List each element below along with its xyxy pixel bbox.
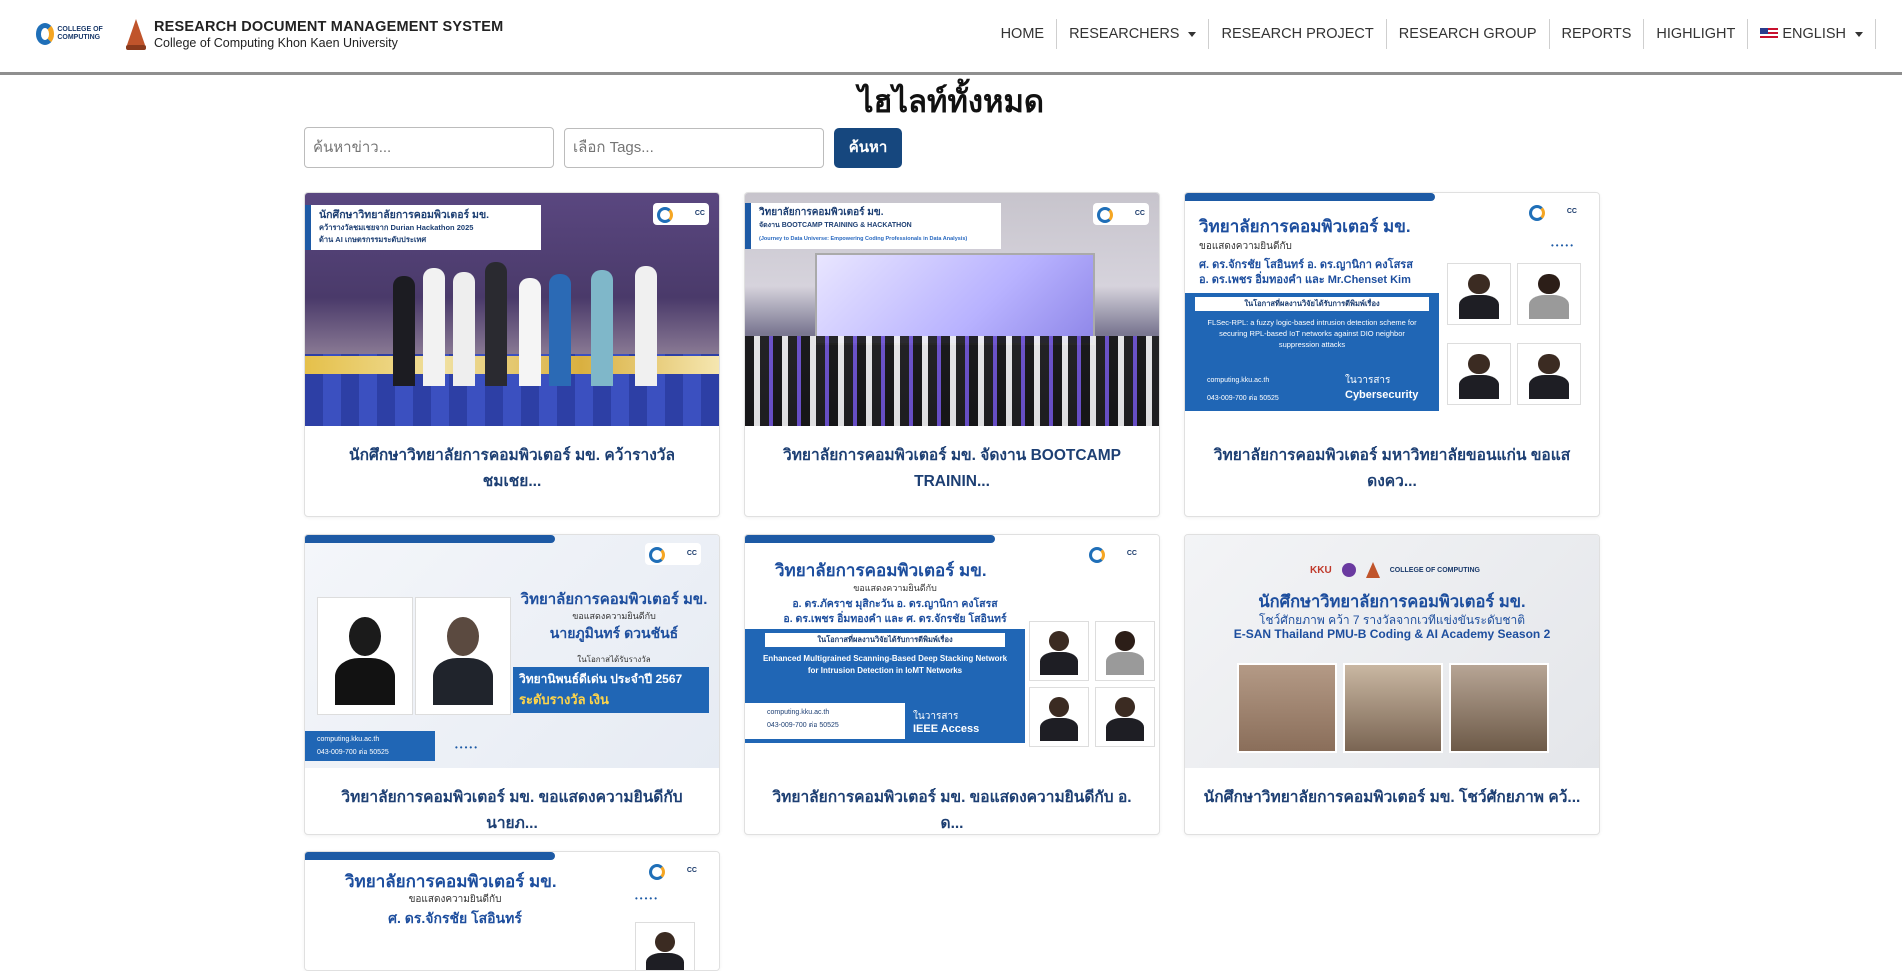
college-logo: CC xyxy=(645,543,701,565)
researcher-photo xyxy=(1029,621,1089,681)
kku-logo xyxy=(126,18,146,50)
caret-down-icon xyxy=(1188,31,1197,37)
card-title[interactable]: วิทยาลัยการคอมพิวเตอร์ มข. จัดงาน BOOTCA… xyxy=(763,443,1141,495)
card-image[interactable]: วิทยาลัยการคอมพิวเตอร์ มข. จัดงาน BOOTCA… xyxy=(745,193,1159,426)
poster-heading: วิทยาลัยการคอมพิวเตอร์ มข. xyxy=(520,591,708,608)
system-subtitle: College of Computing Khon Kaen Universit… xyxy=(154,35,398,50)
contact-block: computing.kku.ac.th 043-009-700 ต่อ 5052… xyxy=(305,731,435,761)
researcher-photo xyxy=(1517,343,1581,405)
researcher-photo xyxy=(1517,263,1581,325)
event-photo xyxy=(1449,663,1549,753)
search-button[interactable]: ค้นหา xyxy=(834,127,902,168)
dots-decoration: ••••• xyxy=(635,894,660,903)
card-image[interactable]: CC วิทยาลัยการคอมพิวเตอร์ มข. ขอแสดงความ… xyxy=(305,852,719,970)
event-photo xyxy=(1237,663,1337,753)
card-image[interactable]: KKU COLLEGE OF COMPUTING นักศึกษาวิทยาลั… xyxy=(1185,535,1599,768)
award-block: วิทยานิพนธ์ดีเด่น ประจำปี 2567 ระดับรางว… xyxy=(513,667,709,713)
card-title[interactable]: นักศึกษาวิทยาลัยการคอมพิวเตอร์ มข. คว้าร… xyxy=(323,443,701,495)
navbar: COLLEGE OF COMPUTING RESEARCH DOCUMENT M… xyxy=(0,0,1902,75)
poster-banner: วิทยาลัยการคอมพิวเตอร์ มข. จัดงาน BOOTCA… xyxy=(745,203,1001,249)
researcher-photo xyxy=(635,922,695,970)
nav-reports[interactable]: REPORTS xyxy=(1550,19,1645,49)
card-title[interactable]: นักศึกษาวิทยาลัยการคอมพิวเตอร์ มข. โชว์ศ… xyxy=(1203,785,1581,811)
researcher-photo xyxy=(1447,343,1511,405)
main-nav: HOME RESEARCHERS RESEARCH PROJECT RESEAR… xyxy=(1001,19,1876,49)
nav-home[interactable]: HOME xyxy=(1001,19,1058,49)
highlight-card[interactable]: KKU COLLEGE OF COMPUTING นักศึกษาวิทยาลั… xyxy=(1184,534,1600,835)
search-bar: ค้นหา xyxy=(304,127,902,168)
college-logo: CC xyxy=(1525,201,1581,223)
poster-heading: วิทยาลัยการคอมพิวเตอร์ มข. xyxy=(1199,217,1411,236)
poster-heading: วิทยาลัยการคอมพิวเตอร์ มข. xyxy=(345,872,557,891)
event-photo xyxy=(1343,663,1443,753)
poster-blue-block: ในโอกาสที่ผลงานวิจัยได้รับการตีพิมพ์เรื่… xyxy=(1185,293,1439,411)
researcher-photo xyxy=(1095,621,1155,681)
card-image[interactable]: CC วิทยาลัยการคอมพิวเตอร์ มข. ขอแสดงความ… xyxy=(305,535,719,768)
highlight-card[interactable]: CC วิทยาลัยการคอมพิวเตอร์ มข. ขอแสดงความ… xyxy=(304,851,720,971)
highlight-card[interactable]: CC วิทยาลัยการคอมพิวเตอร์ มข. ขอแสดงความ… xyxy=(304,534,720,835)
caret-down-icon xyxy=(1855,31,1863,37)
card-image[interactable]: CC วิทยาลัยการคอมพิวเตอร์ มข. ขอแสดงความ… xyxy=(1185,193,1599,426)
dots-decoration: ••••• xyxy=(455,743,480,752)
card-image[interactable]: นักศึกษาวิทยาลัยการคอมพิวเตอร์ มข. คว้าร… xyxy=(305,193,719,426)
card-title[interactable]: วิทยาลัยการคอมพิวเตอร์ มหาวิทยาลัยขอนแก่… xyxy=(1203,443,1581,495)
partner-logos: KKU COLLEGE OF COMPUTING xyxy=(1305,561,1485,579)
poster-blue-block: ในโอกาสที่ผลงานวิจัยได้รับการตีพิมพ์เรื่… xyxy=(745,629,1025,743)
highlight-card[interactable]: วิทยาลัยการคอมพิวเตอร์ มข. จัดงาน BOOTCA… xyxy=(744,192,1160,517)
us-flag-icon xyxy=(1760,28,1779,40)
card-title[interactable]: วิทยาลัยการคอมพิวเตอร์ มข. ขอแสดงความยิน… xyxy=(763,785,1141,834)
card-title[interactable]: วิทยาลัยการคอมพิวเตอร์ มข. ขอแสดงความยิน… xyxy=(323,785,701,834)
brand[interactable]: COLLEGE OF COMPUTING RESEARCH DOCUMENT M… xyxy=(36,18,503,50)
language-dropdown[interactable]: ENGLISH xyxy=(1748,19,1876,49)
highlight-card[interactable]: นักศึกษาวิทยาลัยการคอมพิวเตอร์ มข. คว้าร… xyxy=(304,192,720,517)
researcher-photo xyxy=(1029,687,1089,747)
search-news-input[interactable] xyxy=(304,127,554,168)
college-logo: CC xyxy=(645,860,701,882)
poster-heading: วิทยาลัยการคอมพิวเตอร์ มข. xyxy=(775,561,987,580)
college-logo: CC xyxy=(1085,543,1141,565)
nav-research-group[interactable]: RESEARCH GROUP xyxy=(1387,19,1550,49)
college-logo: CC xyxy=(653,203,709,225)
college-of-computing-logo: COLLEGE OF COMPUTING xyxy=(36,19,120,49)
awardee-photo xyxy=(317,597,413,715)
tags-select-input[interactable] xyxy=(564,127,824,168)
dots-decoration: ••••• xyxy=(1551,241,1576,250)
system-title: RESEARCH DOCUMENT MANAGEMENT SYSTEM xyxy=(154,18,504,35)
highlight-card[interactable]: CC วิทยาลัยการคอมพิวเตอร์ มข. ขอแสดงความ… xyxy=(1184,192,1600,517)
nav-highlight[interactable]: HIGHLIGHT xyxy=(1644,19,1749,49)
advisor-photo xyxy=(415,597,511,715)
page-title: ไฮไลท์ทั้งหมด xyxy=(857,84,1045,119)
researcher-photo xyxy=(1447,263,1511,325)
card-image[interactable]: CC วิทยาลัยการคอมพิวเตอร์ มข. ขอแสดงความ… xyxy=(745,535,1159,768)
nav-research-project[interactable]: RESEARCH PROJECT xyxy=(1209,19,1387,49)
poster-banner: นักศึกษาวิทยาลัยการคอมพิวเตอร์ มข. คว้าร… xyxy=(305,205,541,250)
nav-researchers-dropdown[interactable]: RESEARCHERS xyxy=(1057,19,1210,49)
highlight-card[interactable]: CC วิทยาลัยการคอมพิวเตอร์ มข. ขอแสดงความ… xyxy=(744,534,1160,835)
college-logo: CC xyxy=(1093,203,1149,225)
researcher-photo xyxy=(1095,687,1155,747)
